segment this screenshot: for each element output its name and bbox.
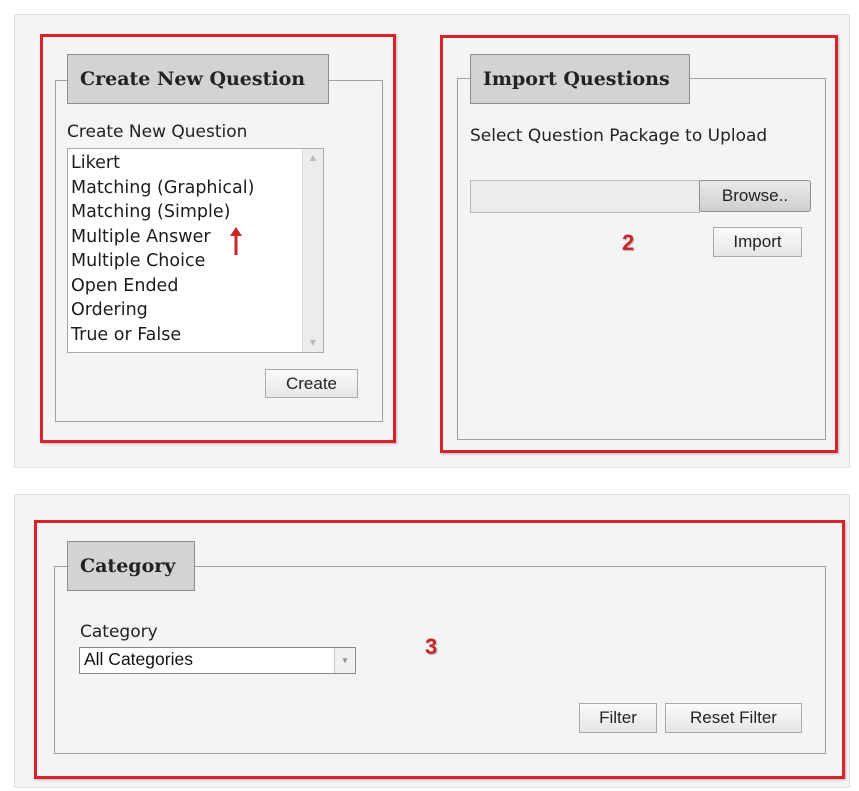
annotation-frame-1 (40, 34, 396, 443)
annotation-frame-2 (440, 35, 838, 453)
annotation-frame-3 (34, 520, 845, 779)
